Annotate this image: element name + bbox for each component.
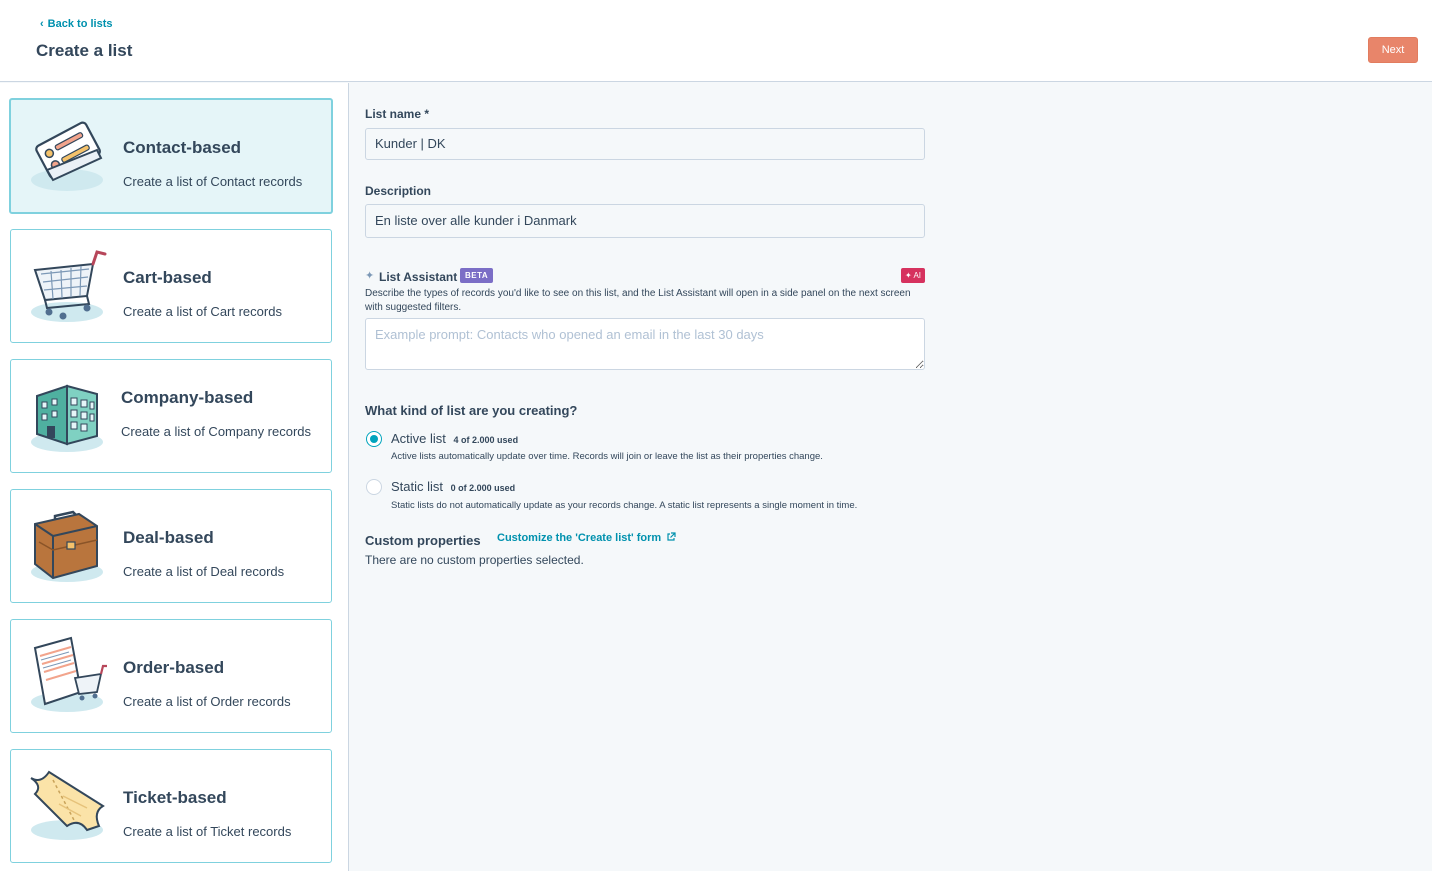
ticket-illustration-icon xyxy=(30,770,105,840)
card-description: Create a list of Company records xyxy=(121,424,312,439)
description-input[interactable]: En liste over alle kunder i Danmark xyxy=(365,204,925,238)
card-title: Ticket-based xyxy=(123,788,227,807)
card-title: Company-based xyxy=(121,388,254,407)
description-label: Description xyxy=(365,184,432,198)
card-description: Create a list of Contact records xyxy=(123,174,303,189)
list-kind-question: What kind of list are you creating? xyxy=(365,403,578,418)
ai-badge: ✦ AI xyxy=(900,268,925,283)
page-title: Create a list xyxy=(36,41,133,60)
list-assistant-prompt-input[interactable] xyxy=(365,318,925,370)
active-list-title: Active list xyxy=(391,431,446,446)
card-contact-based[interactable]: Contact-based Create a list of Contact r… xyxy=(9,98,333,214)
custom-properties-empty-text: There are no custom properties selected. xyxy=(365,553,584,567)
active-list-label: Active list 4 of 2.000 used xyxy=(391,431,518,446)
briefcase-illustration-icon xyxy=(31,510,103,582)
order-receipt-illustration-icon xyxy=(31,636,107,712)
external-link-icon xyxy=(667,532,676,541)
card-company-based[interactable]: Company-based Create a list of Company r… xyxy=(10,359,332,473)
cart-illustration-icon xyxy=(31,250,107,322)
static-list-title: Static list xyxy=(391,479,444,494)
static-list-help-text: Static lists do not automatically update… xyxy=(391,500,858,511)
beta-badge: BETA xyxy=(460,268,494,283)
card-title: Order-based xyxy=(123,658,225,677)
card-title: Contact-based xyxy=(123,138,242,157)
card-ticket-based[interactable]: Ticket-based Create a list of Ticket rec… xyxy=(10,749,332,863)
active-list-help-text: Active lists automatically update over t… xyxy=(391,451,823,462)
back-link-label: Back to lists xyxy=(47,18,113,30)
contact-illustration-icon xyxy=(31,121,103,191)
static-list-usage-count: 0 of 2.000 used xyxy=(450,483,516,493)
card-description: Create a list of Cart records xyxy=(123,304,282,319)
back-to-lists-link[interactable]: ‹ Back to lists xyxy=(40,18,112,30)
next-button[interactable]: Next xyxy=(1368,37,1418,63)
card-description: Create a list of Deal records xyxy=(123,564,285,579)
static-list-radio[interactable] xyxy=(366,479,382,495)
active-list-radio[interactable] xyxy=(366,431,382,447)
card-title: Deal-based xyxy=(123,528,214,547)
card-description: Create a list of Ticket records xyxy=(123,824,292,839)
card-cart-based[interactable]: Cart-based Create a list of Cart records xyxy=(10,229,332,343)
card-description: Create a list of Order records xyxy=(123,694,291,709)
customize-form-link[interactable]: Customize the 'Create list' form xyxy=(497,532,676,544)
page-header: ‹ Back to lists Create a list Next xyxy=(0,0,1432,82)
custom-properties-title: Custom properties xyxy=(365,533,481,548)
sparkle-icon: ✦ xyxy=(365,270,375,282)
list-assistant-header: ✦ List Assistant BETA ✦ AI xyxy=(365,268,925,286)
card-title: Cart-based xyxy=(123,268,212,287)
customize-form-link-label: Customize the 'Create list' form xyxy=(497,532,662,544)
object-type-sidebar: Contact-based Create a list of Contact r… xyxy=(0,83,349,871)
list-assistant-help-text: Describe the types of records you'd like… xyxy=(365,288,911,313)
chevron-left-icon: ‹ xyxy=(40,18,44,30)
company-building-illustration-icon xyxy=(31,384,103,452)
list-assistant-label: List Assistant xyxy=(379,270,458,284)
list-name-label: List name * xyxy=(365,107,430,121)
static-list-label: Static list 0 of 2.000 used xyxy=(391,479,515,494)
list-name-input[interactable]: Kunder | DK xyxy=(365,128,925,160)
card-order-based[interactable]: Order-based Create a list of Order recor… xyxy=(10,619,332,733)
active-list-usage-count: 4 of 2.000 used xyxy=(453,435,519,445)
card-deal-based[interactable]: Deal-based Create a list of Deal records xyxy=(10,489,332,603)
